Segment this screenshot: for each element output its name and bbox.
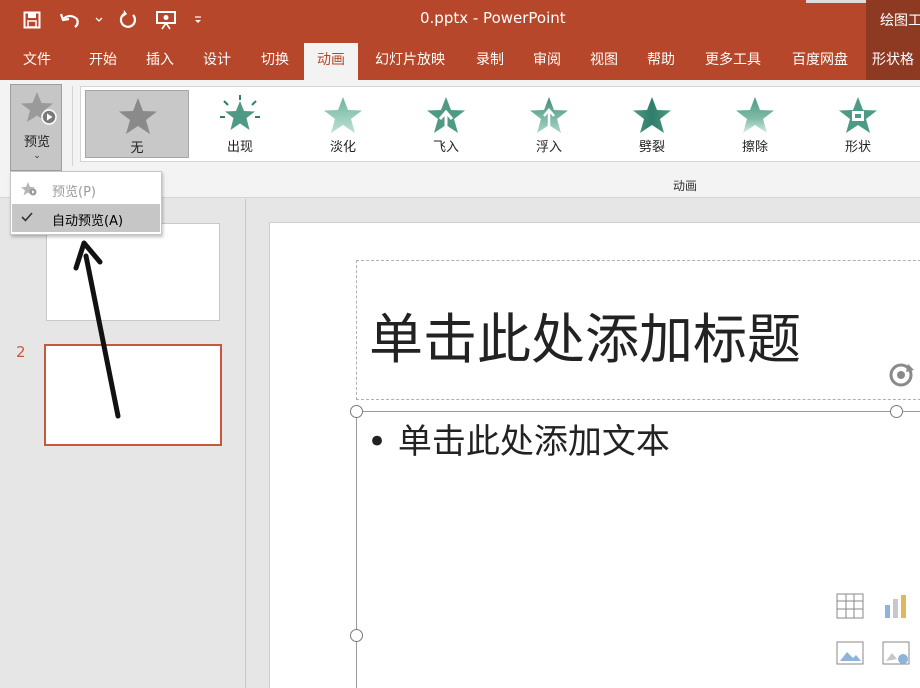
body-placeholder-text: • 单击此处添加文本	[367, 422, 670, 462]
quick-access-toolbar	[18, 8, 206, 32]
window-control-strip	[806, 0, 866, 3]
checkmark-icon	[21, 212, 33, 222]
star-shape-icon	[839, 97, 877, 133]
preview-button[interactable]: 预览 ⌄	[10, 84, 62, 171]
slide-thumbnail-2[interactable]	[44, 344, 222, 446]
effect-label: 形状	[844, 140, 871, 155]
menu-item-label: 预览(P)	[52, 185, 96, 200]
effect-appear[interactable]: 出现	[188, 90, 292, 158]
effect-wipe[interactable]: 擦除	[703, 90, 807, 158]
tab-slide-show[interactable]: 幻灯片放映	[366, 40, 454, 80]
effect-label: 擦除	[741, 140, 768, 155]
document-title: 0.pptx - PowerPoint	[420, 9, 566, 27]
effect-label: 飞入	[432, 140, 459, 155]
slide-thumbnail-1[interactable]	[46, 223, 220, 321]
star-wipe-icon	[736, 97, 774, 133]
ribbon-separator	[72, 86, 73, 166]
customize-qat-icon[interactable]	[190, 8, 206, 32]
tab-more-tools[interactable]: 更多工具	[697, 40, 769, 80]
effect-fade[interactable]: 淡化	[291, 90, 395, 158]
tab-shape-format[interactable]: 形状格	[866, 40, 920, 80]
slide-thumbnail-pane: 2	[0, 199, 246, 688]
preview-star-icon	[21, 182, 37, 196]
tab-view[interactable]: 视图	[579, 40, 629, 80]
insert-table-icon[interactable]	[836, 593, 864, 619]
slide-canvas: 单击此处添加标题 • 单击此处添加文本	[269, 222, 920, 688]
effect-fly-in[interactable]: 飞入	[394, 90, 498, 158]
slide-number-2: 2	[16, 343, 26, 361]
menu-item-preview[interactable]: 预览(P)	[12, 175, 160, 203]
resize-handle-mid-left[interactable]	[350, 629, 363, 642]
redo-icon[interactable]	[114, 8, 142, 32]
menu-item-label: 自动预览(A)	[52, 214, 124, 229]
star-split-icon	[633, 97, 671, 133]
effect-label: 劈裂	[638, 140, 665, 155]
save-icon[interactable]	[18, 8, 46, 32]
insert-chart-icon[interactable]	[882, 593, 910, 619]
effect-shape[interactable]: 形状	[806, 90, 910, 158]
tab-review[interactable]: 审阅	[522, 40, 572, 80]
effect-float-in[interactable]: 浮入	[497, 90, 601, 158]
tab-record[interactable]: 录制	[465, 40, 515, 80]
effect-label: 淡化	[329, 140, 356, 155]
tab-transitions[interactable]: 切换	[250, 40, 300, 80]
context-group-title: 绘图工	[866, 0, 920, 40]
preview-dropdown-menu: 预览(P) 自动预览(A)	[10, 171, 162, 235]
ribbon-tabs: 文件 开始 插入 设计 切换 动画 幻灯片放映 录制 审阅 视图 帮助 更多工具…	[0, 40, 920, 80]
undo-icon[interactable]	[56, 8, 84, 32]
insert-picture-icon[interactable]	[836, 641, 864, 667]
animation-gallery: 无 出现 淡化 飞入 浮入 劈裂 擦除 形状	[80, 86, 920, 162]
tab-animations[interactable]: 动画	[304, 43, 358, 80]
powerpoint-window: 0.pptx - PowerPoint 绘图工 文件 开始 插入 设计 切换 动…	[0, 0, 920, 688]
rotate-handle-icon[interactable]	[884, 358, 918, 392]
resize-handle-top-right[interactable]	[890, 405, 903, 418]
star-fly-in-icon	[427, 97, 465, 133]
star-burst-icon	[220, 95, 260, 130]
effect-none[interactable]: 无	[85, 90, 189, 158]
insert-online-picture-icon[interactable]	[882, 641, 910, 667]
effect-split[interactable]: 劈裂	[600, 90, 704, 158]
slide-editor: 单击此处添加标题 • 单击此处添加文本	[247, 199, 920, 688]
title-placeholder-text: 单击此处添加标题	[369, 308, 801, 371]
menu-item-auto-preview[interactable]: 自动预览(A)	[12, 204, 160, 232]
title-bar: 0.pptx - PowerPoint 绘图工	[0, 0, 920, 40]
preview-label: 预览	[23, 135, 50, 150]
title-placeholder[interactable]: 单击此处添加标题	[356, 260, 920, 400]
group-label-animation: 动画	[672, 179, 697, 193]
star-gray-icon	[119, 98, 157, 134]
star-fade-icon	[324, 97, 362, 133]
chevron-down-icon: ⌄	[33, 151, 41, 161]
tab-insert[interactable]: 插入	[135, 40, 185, 80]
undo-dropdown-icon[interactable]	[94, 8, 104, 32]
tab-design[interactable]: 设计	[192, 40, 242, 80]
resize-handle-top-left[interactable]	[350, 405, 363, 418]
star-float-in-icon	[530, 97, 568, 133]
tab-help[interactable]: 帮助	[636, 40, 686, 80]
effect-label: 出现	[226, 140, 253, 155]
effect-label: 无	[130, 141, 144, 156]
preview-star-icon	[21, 92, 57, 125]
present-from-start-icon[interactable]	[152, 8, 180, 32]
tab-home[interactable]: 开始	[78, 40, 128, 80]
tab-baidu-netdisk[interactable]: 百度网盘	[783, 40, 857, 80]
effect-label: 浮入	[535, 140, 562, 155]
tab-file[interactable]: 文件	[12, 40, 62, 80]
content-insert-icons	[836, 593, 920, 673]
